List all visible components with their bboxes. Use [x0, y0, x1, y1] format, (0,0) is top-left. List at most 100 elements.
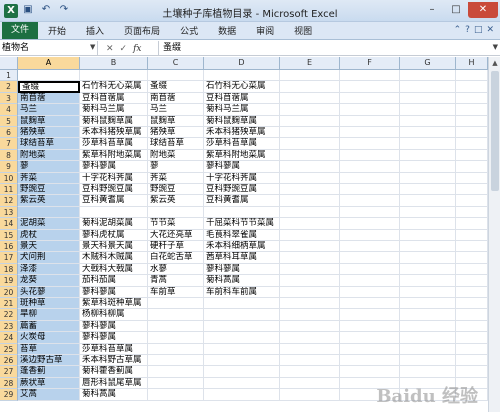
grid-cell[interactable]: [204, 320, 280, 333]
grid-cell[interactable]: [456, 70, 488, 82]
grid-cell[interactable]: [340, 115, 400, 127]
grid-cell[interactable]: 球结苔草: [148, 138, 204, 150]
grid-cell[interactable]: [280, 172, 340, 184]
active-cell[interactable]: 蚤缀: [18, 81, 80, 93]
vertical-scrollbar[interactable]: ▲: [488, 57, 500, 412]
grid-cell[interactable]: 鼠麴草: [18, 115, 80, 127]
row-header[interactable]: 8: [0, 149, 18, 162]
grid-cell[interactable]: 蕨状草: [18, 377, 80, 390]
scroll-thumb[interactable]: [491, 71, 499, 191]
grid-cell[interactable]: [204, 298, 280, 310]
grid-cell[interactable]: 火炭母: [18, 332, 80, 344]
grid-cell[interactable]: [148, 366, 204, 378]
grid-cell[interactable]: 大花还亮草: [148, 229, 204, 241]
grid-cell[interactable]: 蓬香蓟: [18, 366, 80, 378]
row-header[interactable]: 24: [0, 332, 18, 344]
grid-cell[interactable]: 南苜蓿: [18, 92, 80, 105]
grid-cell[interactable]: [340, 298, 400, 310]
minimize-icon[interactable]: –: [420, 2, 444, 18]
grid-cell[interactable]: 菊科泥胡菜属: [80, 218, 148, 230]
grid-cell[interactable]: [400, 309, 456, 321]
grid-cell[interactable]: [280, 309, 340, 321]
expand-icon[interactable]: ▼: [493, 43, 498, 51]
grid-cell[interactable]: [400, 206, 456, 219]
grid-cell[interactable]: [340, 252, 400, 264]
close-workbook-icon[interactable]: ✕: [486, 25, 494, 35]
grid-cell[interactable]: 茜草科耳草属: [204, 252, 280, 264]
grid-cell[interactable]: 石竹科无心菜属: [80, 81, 148, 93]
grid-cell[interactable]: 水蓼: [148, 263, 204, 276]
grid-cell[interactable]: [340, 172, 400, 184]
grid-cell[interactable]: [456, 320, 488, 333]
grid-cell[interactable]: [400, 286, 456, 298]
grid-cell[interactable]: [456, 275, 488, 287]
grid-cell[interactable]: [340, 366, 400, 378]
grid-cell[interactable]: 蓼: [18, 161, 80, 173]
grid-cell[interactable]: [340, 275, 400, 287]
row-header[interactable]: 28: [0, 377, 18, 390]
grid-cell[interactable]: [340, 81, 400, 93]
grid-cell[interactable]: [400, 332, 456, 344]
row-header[interactable]: 5: [0, 115, 18, 127]
grid-cell[interactable]: [280, 389, 340, 401]
grid-cell[interactable]: 荠菜: [18, 172, 80, 184]
grid-cell[interactable]: [340, 241, 400, 253]
grid-cell[interactable]: [456, 184, 488, 196]
grid-cell[interactable]: 禾本科野古草属: [80, 355, 148, 367]
grid-cell[interactable]: [280, 184, 340, 196]
row-header[interactable]: 3: [0, 92, 18, 105]
grid-cell[interactable]: [400, 70, 456, 82]
grid-cell[interactable]: 马兰: [148, 104, 204, 116]
grid-cell[interactable]: 猪殃草: [18, 127, 80, 139]
grid-cell[interactable]: [148, 332, 204, 344]
row-header[interactable]: 18: [0, 263, 18, 276]
grid-cell[interactable]: [280, 286, 340, 298]
grid-cell[interactable]: [456, 81, 488, 93]
grid-cell[interactable]: [456, 138, 488, 150]
grid-cell[interactable]: [340, 138, 400, 150]
grid-cell[interactable]: 苔草: [18, 343, 80, 355]
grid-cell[interactable]: [280, 115, 340, 127]
column-header-c[interactable]: C: [148, 57, 204, 70]
grid-cell[interactable]: 莎草科苔草属: [204, 138, 280, 150]
formula-input[interactable]: 蚤缀: [158, 41, 488, 56]
column-header-h[interactable]: H: [456, 57, 488, 70]
grid-cell[interactable]: [148, 70, 204, 82]
tab-view[interactable]: 视图: [284, 24, 322, 37]
grid-cell[interactable]: [340, 320, 400, 333]
grid-cell[interactable]: [204, 366, 280, 378]
grid-cell[interactable]: [456, 366, 488, 378]
grid-cell[interactable]: [204, 343, 280, 355]
grid-cell[interactable]: [204, 389, 280, 401]
row-header[interactable]: 15: [0, 229, 18, 241]
grid-cell[interactable]: 紫草科附地菜属: [204, 149, 280, 162]
grid-cell[interactable]: 毛茛科翠雀属: [204, 229, 280, 241]
grid-cell[interactable]: [280, 343, 340, 355]
grid-cell[interactable]: 蓼科蓼属: [204, 263, 280, 276]
grid-cell[interactable]: [400, 355, 456, 367]
maximize-icon[interactable]: □: [444, 2, 468, 18]
row-header[interactable]: 20: [0, 286, 18, 298]
grid-cell[interactable]: [148, 355, 204, 367]
row-header[interactable]: 17: [0, 252, 18, 264]
row-header[interactable]: 6: [0, 127, 18, 139]
grid-cell[interactable]: [340, 218, 400, 230]
grid-cell[interactable]: [456, 149, 488, 162]
grid-cell[interactable]: 泽漆: [18, 263, 80, 276]
grid-cell[interactable]: [340, 161, 400, 173]
select-all-corner[interactable]: [0, 57, 18, 70]
grid-cell[interactable]: [340, 229, 400, 241]
grid-cell[interactable]: [400, 184, 456, 196]
grid-cell[interactable]: [400, 366, 456, 378]
cancel-icon[interactable]: ✕: [106, 44, 114, 54]
grid-cell[interactable]: [400, 81, 456, 93]
name-box[interactable]: 植物名: [0, 41, 98, 56]
grid-cell[interactable]: 节节菜: [148, 218, 204, 230]
grid-cell[interactable]: [148, 206, 204, 219]
grid-cell[interactable]: [280, 92, 340, 105]
grid-cell[interactable]: [400, 127, 456, 139]
row-header[interactable]: 10: [0, 172, 18, 184]
grid-cell[interactable]: [280, 298, 340, 310]
grid-cell[interactable]: [148, 309, 204, 321]
grid-cell[interactable]: [400, 195, 456, 207]
